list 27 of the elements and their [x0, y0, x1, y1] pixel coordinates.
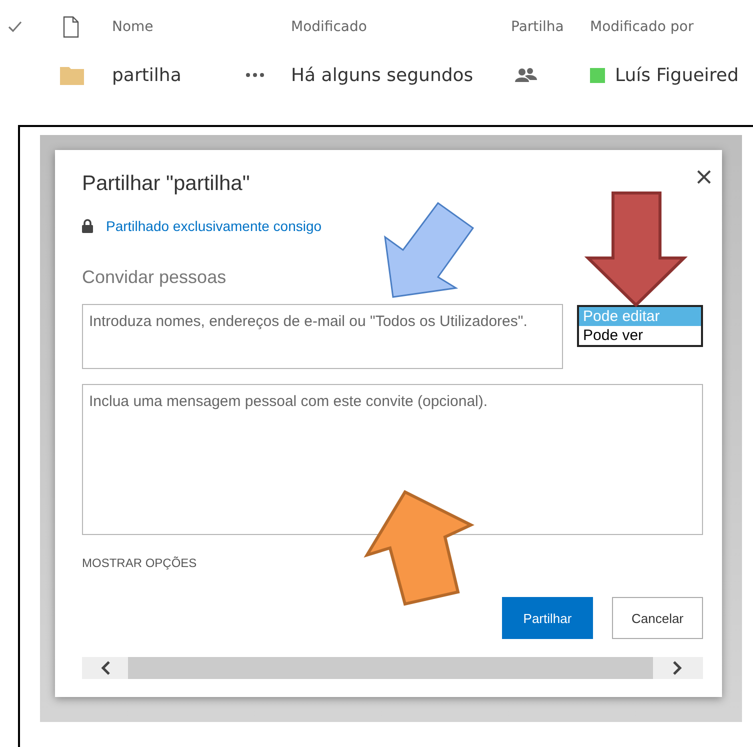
folder-icon: [60, 65, 84, 85]
people-field[interactable]: Introduza nomes, endereços de e-mail ou "Todos os Utilizadores".: [82, 304, 563, 369]
sharing-status-link[interactable]: Partilhado exclusivamente consigo: [106, 218, 322, 234]
permission-option[interactable]: Pode ver: [579, 326, 701, 345]
people-icon[interactable]: [515, 67, 537, 83]
modified-time: Há alguns segundos: [291, 64, 474, 86]
document-icon: [63, 16, 79, 38]
chevron-left-icon[interactable]: [101, 661, 111, 675]
dialog-title: Partilhar "partilha": [82, 172, 251, 196]
column-header[interactable]: Modificado: [291, 19, 511, 35]
column-header[interactable]: Nome: [112, 19, 240, 35]
more-icon[interactable]: [245, 72, 265, 78]
file-name[interactable]: partilha: [112, 64, 240, 86]
column-header[interactable]: Modificado por: [590, 19, 753, 35]
invite-label: Convidar pessoas: [82, 267, 228, 288]
permission-list[interactable]: Pode editar Pode ver: [577, 305, 703, 347]
close-icon[interactable]: [697, 170, 711, 184]
lock-icon: [82, 219, 93, 233]
share-button[interactable]: Partilhar: [502, 597, 593, 639]
chevron-right-icon[interactable]: [672, 661, 682, 675]
modified-by: Luís Figueired: [615, 64, 739, 86]
message-field[interactable]: Inclua uma mensagem pessoal com este convite (opcional).: [82, 384, 703, 535]
scrollbar[interactable]: [82, 657, 703, 679]
column-header[interactable]: Partilha: [511, 19, 590, 35]
checkmark-icon[interactable]: [8, 21, 22, 33]
cancel-button[interactable]: Cancelar: [612, 597, 703, 639]
show-options-link[interactable]: MOSTRAR OPÇÕES: [82, 556, 703, 570]
